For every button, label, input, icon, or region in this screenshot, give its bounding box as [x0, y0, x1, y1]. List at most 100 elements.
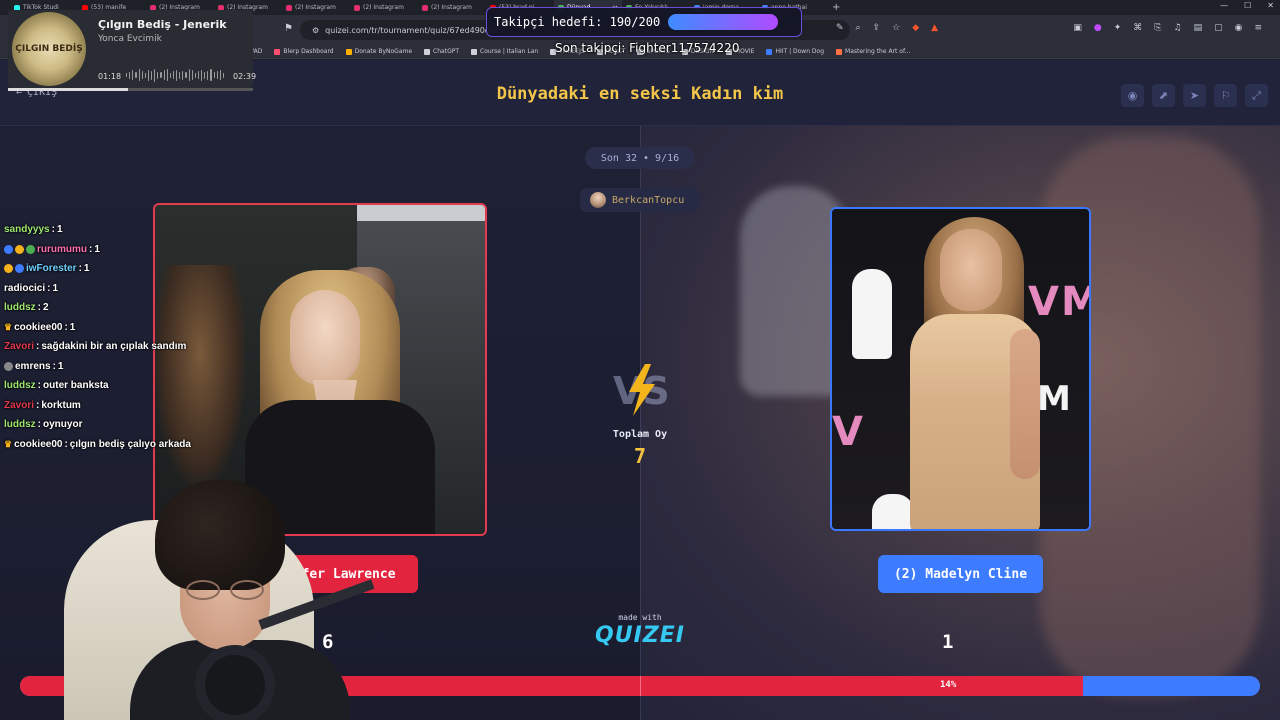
bookmark-item[interactable]: Blerp Dashboard: [274, 48, 334, 55]
external-link-icon[interactable]: ⬈: [1152, 84, 1175, 107]
follower-goal: Takipçi hedefi: 190/200: [486, 7, 802, 37]
chat-separator: :: [37, 419, 42, 431]
eye-icon[interactable]: ◉: [1121, 84, 1144, 107]
fullscreen-icon[interactable]: ⤢: [1245, 84, 1268, 107]
extension-icon[interactable]: ▣: [1073, 23, 1082, 33]
chat-text: sağdakini bir an çıplak sandım: [41, 341, 187, 353]
wallet-icon[interactable]: ▢: [1214, 23, 1223, 33]
share-icon[interactable]: ⇪: [873, 23, 881, 33]
flag-icon[interactable]: ⚐: [1214, 84, 1237, 107]
webcam-feed: [0, 470, 380, 720]
star-icon[interactable]: ☆: [892, 23, 900, 33]
bookmark-item[interactable]: Course | Italian Lan: [471, 48, 538, 55]
chat-message: luddsz: oynuyor: [4, 415, 244, 435]
music-icon[interactable]: ♫: [1173, 23, 1181, 33]
waveform-bar: [219, 70, 221, 80]
chat-message: radiocici:1: [4, 279, 244, 299]
chat-badge-icon: [4, 264, 13, 274]
extension-icons: ▣ ● ✦ ⌘ ⎘ ♫ ▤ ▢ ◉ ≡: [1073, 23, 1262, 33]
waveform-bar: [222, 72, 224, 78]
chat-username: cookiee00: [14, 438, 63, 450]
waveform-bar: [185, 72, 187, 78]
photo-shape: [1010, 329, 1040, 479]
waveform-bar: [163, 70, 165, 80]
header-actions: ◉ ⬈ ➤ ⚐ ⤢: [1121, 84, 1268, 107]
total-votes-label: Toplam Oy: [612, 429, 668, 440]
sidebar-icon[interactable]: ▤: [1194, 23, 1203, 33]
bookmark-label: Course | Italian Lan: [480, 48, 539, 55]
waveform-bar: [144, 72, 146, 78]
chat-separator: :: [37, 302, 42, 314]
author-chip[interactable]: BerkcanTopcu: [580, 188, 700, 212]
now-playing-widget: ÇILGIN BEDİŞ Çılgın Bediş - Jenerik Yonc…: [8, 10, 256, 91]
minimize-icon[interactable]: —: [1220, 1, 1228, 10]
browser-tab[interactable]: (2) Instagram: [350, 0, 418, 15]
chat-badge-icon: [4, 361, 13, 371]
chat-separator: :: [64, 321, 68, 333]
waveform-bar: [132, 70, 134, 80]
chat-text: 1: [69, 321, 76, 333]
chat-separator: :: [78, 263, 82, 275]
chat-message: rurumumu:1: [4, 240, 244, 260]
waveform-bar: [182, 70, 184, 80]
chat-username: rurumumu: [37, 243, 87, 255]
bookmark-item[interactable]: Donate ByNoGame: [345, 48, 412, 55]
follower-goal-bar: [668, 14, 779, 30]
total-votes-value: 7: [633, 444, 647, 468]
chat-badge-icon: [4, 244, 13, 254]
extension-icon[interactable]: ●: [1094, 23, 1102, 33]
bookmark-item[interactable]: ChatGPT: [424, 48, 459, 55]
webcam-shape: [186, 580, 266, 600]
favicon-icon: [354, 4, 360, 11]
bookmark-icon[interactable]: ⚑: [284, 23, 293, 34]
photo-shape: [290, 290, 360, 385]
chat-separator: :: [36, 341, 40, 353]
chat-message: iwForester:1: [4, 259, 244, 279]
favicon-icon: [422, 4, 428, 11]
site-info-icon[interactable]: ⚙: [312, 26, 319, 35]
bookmark-item[interactable]: HIIT | Down Dog: [766, 48, 824, 55]
chat-message: Zavori: sağdakini bir an çıplak sandım: [4, 337, 244, 357]
bookmark-icon: [766, 48, 773, 55]
browser-tab[interactable]: (2) Instagram: [418, 0, 486, 15]
candidate-right-image[interactable]: V VM M: [830, 207, 1091, 531]
maximize-icon[interactable]: ☐: [1244, 1, 1251, 10]
profile-icon[interactable]: ◉: [1235, 23, 1243, 33]
last-follower: Son takipçi: Fighter117574220: [555, 41, 740, 55]
send-icon[interactable]: ➤: [1183, 84, 1206, 107]
bookmark-item[interactable]: Mastering the Art of...: [836, 48, 910, 55]
chat-separator: :: [47, 282, 51, 294]
extension-icon[interactable]: ✦: [1114, 23, 1122, 33]
zoom-icon[interactable]: ⌕: [856, 23, 861, 33]
waveform-bar: [213, 72, 215, 78]
brave-shield-icon[interactable]: ◆: [912, 23, 919, 33]
microphone-shape: [195, 645, 275, 720]
extension-icon[interactable]: ⎘: [1154, 23, 1161, 33]
waveform-bar: [204, 71, 206, 79]
chat-separator: :: [36, 399, 40, 411]
waveform-bar: [135, 72, 137, 78]
chat-username: luddsz: [4, 380, 36, 392]
extension-icon[interactable]: ⌘: [1133, 23, 1142, 33]
song-artist: Yonca Evcimik: [98, 34, 162, 44]
chat-text: 1: [56, 224, 63, 236]
quizei-logo[interactable]: QUIZEI: [590, 623, 690, 648]
chat-username: Zavori: [4, 399, 35, 411]
translate-icon[interactable]: ✎: [836, 23, 844, 33]
chat-username: luddsz: [4, 302, 36, 314]
brave-rewards-icon[interactable]: ▲: [931, 23, 938, 33]
photo-shape: VM: [1028, 279, 1089, 325]
photo-shape: [940, 229, 1002, 311]
new-tab-button[interactable]: +: [832, 2, 840, 13]
close-window-icon[interactable]: ✕: [1267, 1, 1274, 10]
waveform-bar: [172, 71, 174, 79]
follower-goal-label: Takipçi hedefi: 190/200: [494, 15, 661, 29]
song-title: Çılgın Bediş - Jenerik: [98, 18, 227, 31]
stream-chat: sandyyys:1 rurumumu:1 iwForester:1 radiocic…: [4, 220, 244, 454]
vote-right-button[interactable]: (2) Madelyn Cline: [878, 555, 1043, 593]
photo-shape: [872, 494, 914, 529]
menu-icon[interactable]: ≡: [1254, 23, 1262, 33]
url-text: quizei.com/tr/tournament/quiz/67ed490d2c: [325, 25, 500, 35]
album-art: ÇILGIN BEDİŞ: [12, 12, 86, 86]
browser-tab[interactable]: (2) Instagram: [282, 0, 350, 15]
